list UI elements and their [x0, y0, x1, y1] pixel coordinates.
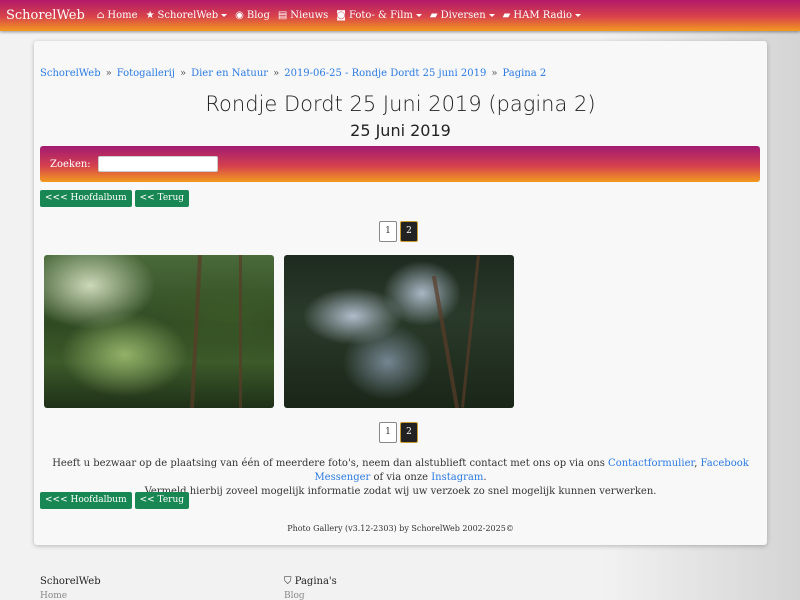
- notice-text: .: [483, 472, 487, 483]
- camera-icon: ◙: [336, 10, 346, 21]
- nav-item-label: Diversen: [440, 10, 486, 21]
- breadcrumb: SchorelWeb » Fotogallerij » Dier en Natuur » 2…: [40, 68, 546, 79]
- photo-detail: [239, 255, 242, 408]
- pagination-bottom: 1 2: [379, 422, 418, 443]
- nav-item-label: HAM Radio: [513, 10, 573, 21]
- nav-item-label: Home: [107, 10, 138, 21]
- gallery-credit: Photo Gallery (v3.12-2303) by SchorelWeb…: [287, 524, 514, 533]
- breadcrumb-separator: »: [273, 68, 280, 79]
- caret-down-icon: [221, 14, 228, 17]
- nav-item-label: Nieuws: [290, 10, 329, 21]
- footer-column-paginas: ⛉ Pagina's Blog: [284, 576, 337, 600]
- star-icon: ★: [145, 10, 155, 21]
- back-button[interactable]: << Terug: [134, 492, 190, 509]
- photo-detail: [431, 275, 461, 408]
- breadcrumb-item-page[interactable]: Pagina 2: [502, 68, 546, 79]
- instagram-link[interactable]: Instagram: [431, 472, 483, 483]
- caret-down-icon: [488, 14, 495, 17]
- shield-icon: ⛉: [284, 576, 292, 587]
- breadcrumb-item-schorelweb[interactable]: SchorelWeb: [40, 68, 101, 79]
- footer-column-schorelweb: SchorelWeb Home: [40, 576, 101, 600]
- footer-link-home[interactable]: Home: [40, 591, 101, 600]
- breadcrumb-item-album[interactable]: 2019-06-25 - Rondje Dordt 25 juni 2019: [284, 68, 486, 79]
- nav-item-foto-film[interactable]: ◙ Foto- & Film: [336, 10, 422, 21]
- notice-line-1: Heeft u bezwaar op de plaatsing van één …: [34, 457, 767, 485]
- page-link-1[interactable]: 1: [379, 422, 397, 443]
- search-bar: Zoeken:: [40, 146, 760, 182]
- breadcrumb-separator: »: [105, 68, 112, 79]
- nav-item-label: SchorelWeb: [157, 10, 219, 21]
- breadcrumb-separator: »: [179, 68, 187, 79]
- nav-item-label: Foto- & Film: [349, 10, 413, 21]
- main-album-button[interactable]: <<< Hoofdalbum: [40, 190, 132, 207]
- nav-item-schorelweb[interactable]: ★ SchorelWeb: [146, 10, 228, 21]
- gallery-photo[interactable]: [284, 255, 514, 408]
- pagination-top: 1 2: [379, 221, 418, 242]
- contact-form-link[interactable]: Contactformulier: [608, 458, 694, 469]
- breadcrumb-separator: »: [491, 68, 498, 79]
- search-label: Zoeken:: [50, 158, 91, 170]
- page-subtitle: 25 Juni 2019: [350, 121, 451, 140]
- nav-item-diversen[interactable]: ▰ Diversen: [430, 10, 495, 21]
- page-link-1[interactable]: 1: [379, 221, 397, 242]
- brand-link[interactable]: SchorelWeb: [6, 8, 85, 23]
- breadcrumb-item-fotogallerij[interactable]: Fotogallerij: [117, 68, 175, 79]
- folder-icon: ▰: [502, 10, 511, 21]
- top-button-row: <<< Hoofdalbum << Terug: [40, 190, 190, 207]
- gallery-card: SchorelWeb » Fotogallerij » Dier en Natuur » 2…: [34, 41, 767, 545]
- bottom-button-row: <<< Hoofdalbum << Terug: [40, 492, 190, 509]
- newspaper-icon: ▤: [277, 10, 288, 21]
- caret-down-icon: [575, 14, 582, 17]
- search-input[interactable]: [97, 156, 218, 172]
- nav-item-label: Blog: [246, 10, 270, 21]
- page-link-2-active[interactable]: 2: [400, 221, 418, 242]
- page-link-2-active[interactable]: 2: [400, 422, 418, 443]
- nav-item-nieuws[interactable]: ▤ Nieuws: [278, 10, 328, 21]
- footer-column-title: SchorelWeb: [40, 576, 101, 587]
- footer-link-blog[interactable]: Blog: [284, 591, 337, 600]
- page-title: Rondje Dordt 25 Juni 2019 (pagina 2): [205, 92, 596, 116]
- photo-detail: [461, 255, 480, 408]
- main-album-button[interactable]: <<< Hoofdalbum: [40, 492, 132, 509]
- rss-icon: ◉: [235, 10, 244, 21]
- photo-detail: [189, 255, 203, 408]
- home-icon: ⌂: [96, 10, 105, 21]
- folder-icon: ▰: [429, 10, 438, 21]
- breadcrumb-item-dier-en-natuur[interactable]: Dier en Natuur: [191, 68, 268, 79]
- gallery-photo[interactable]: [44, 255, 274, 408]
- nav-item-blog[interactable]: ◉ Blog: [235, 10, 270, 21]
- caret-down-icon: [415, 14, 422, 17]
- nav-item-ham-radio[interactable]: ▰ HAM Radio: [502, 10, 582, 21]
- nav-item-home[interactable]: ⌂ Home: [97, 10, 138, 21]
- notice-text: of via onze: [370, 472, 432, 483]
- footer-column-title-text: Pagina's: [294, 576, 337, 587]
- notice-text: Heeft u bezwaar op de plaatsing van één …: [52, 458, 609, 469]
- top-navbar: SchorelWeb ⌂ Home ★ SchorelWeb ◉ Blog ▤ …: [0, 0, 800, 31]
- back-button[interactable]: << Terug: [134, 190, 190, 207]
- footer-column-title: ⛉ Pagina's: [284, 576, 337, 587]
